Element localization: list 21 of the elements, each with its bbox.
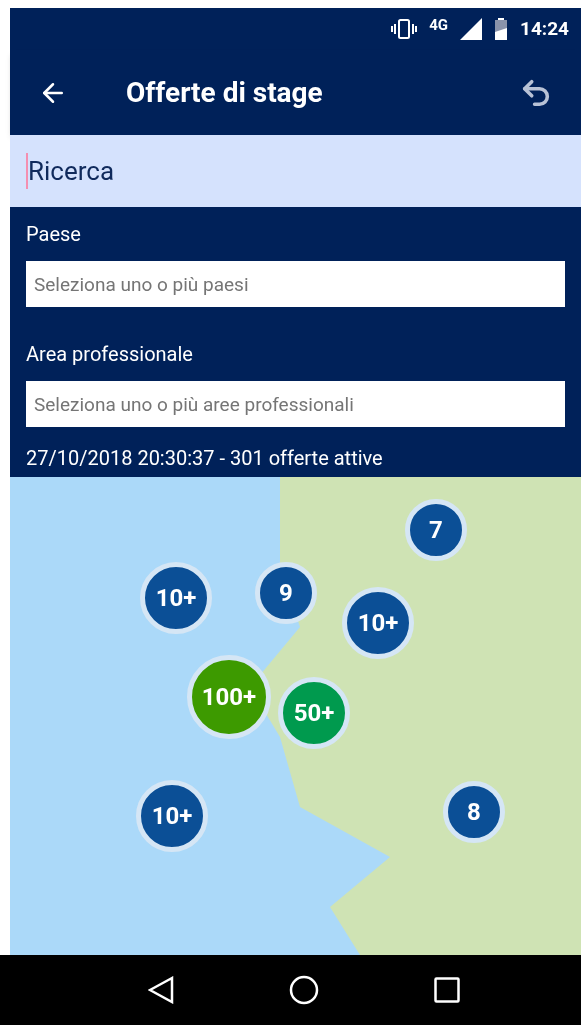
battery-icon xyxy=(494,18,509,40)
cluster-marker[interactable]: 10+ xyxy=(140,562,212,634)
clock: 14:24 xyxy=(520,15,569,42)
back-triangle-icon[interactable] xyxy=(147,976,174,1004)
map-placeholder[interactable]: 7 10+ 9 10+ 100+ 50+ 10+ 8 xyxy=(10,477,581,955)
field-label: Area professionale xyxy=(26,341,194,368)
vibrate-icon xyxy=(391,18,418,40)
field-label: Paese xyxy=(26,221,82,248)
signal-icon xyxy=(460,18,483,40)
select-field[interactable]: Seleziona uno o più paesi xyxy=(26,261,565,307)
recents-square-icon[interactable] xyxy=(433,977,460,1003)
select-field[interactable]: Seleziona uno o più aree professionali xyxy=(26,381,565,427)
cluster-marker[interactable]: 10+ xyxy=(136,780,208,852)
cluster-marker[interactable]: 9 xyxy=(255,562,317,624)
network-type: 4G xyxy=(429,14,449,36)
screen-title: Offerte di stage xyxy=(126,74,324,111)
home-circle-icon[interactable] xyxy=(288,975,319,1005)
cluster-marker[interactable]: 100+ xyxy=(187,655,271,739)
search-bar[interactable]: Ricerca xyxy=(10,135,581,207)
search-field[interactable]: Ricerca xyxy=(26,153,115,189)
offers-summary: 27/10/2018 20:30:37 - 301 offerte attive xyxy=(26,445,384,472)
